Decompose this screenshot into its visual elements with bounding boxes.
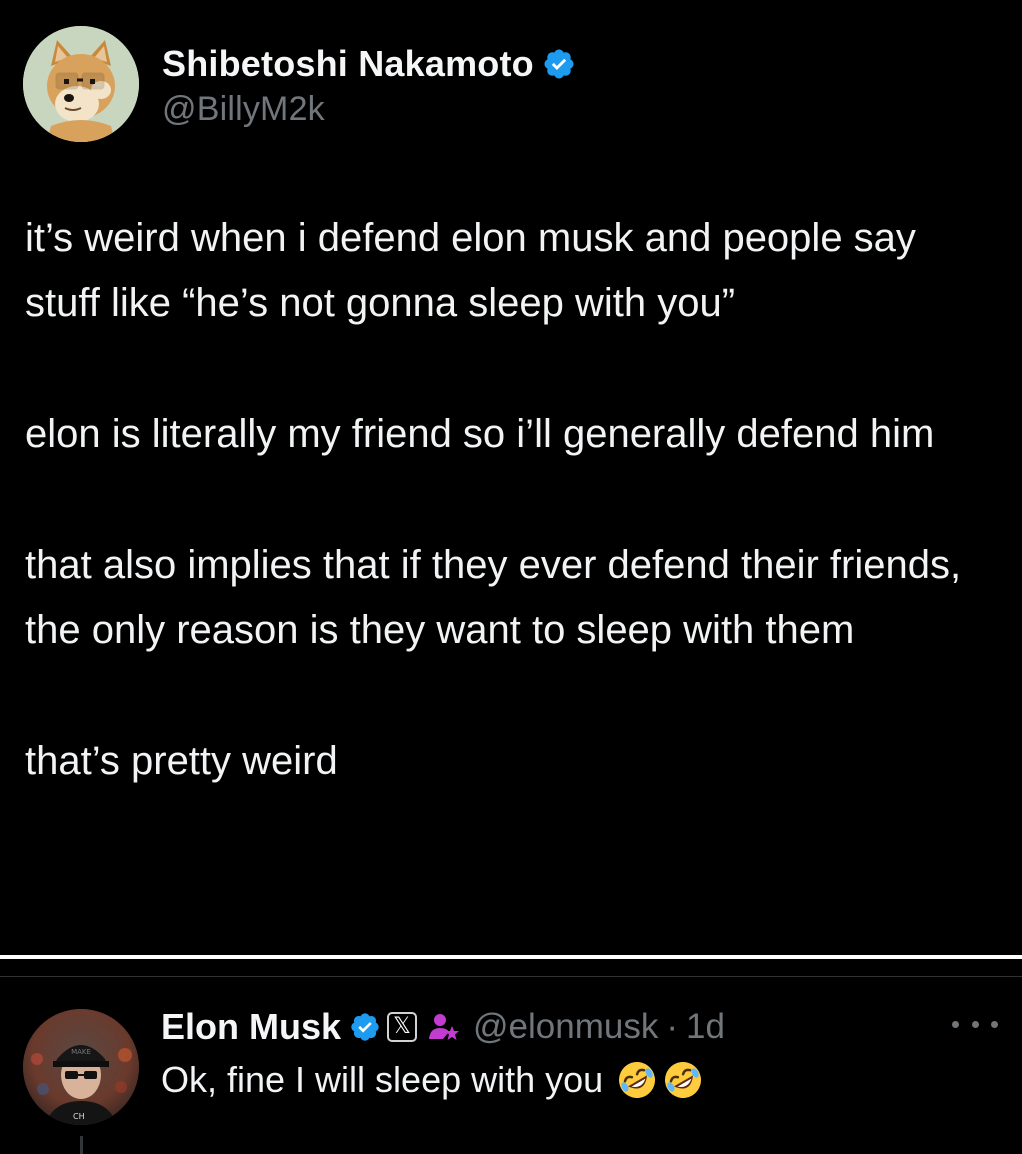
- divider: [0, 955, 1022, 959]
- tweet-body: it’s weird when i defend elon musk and p…: [25, 206, 985, 794]
- reply-header: Elon Musk 𝕏 @elonmusk · 1d: [161, 1004, 725, 1050]
- verified-badge-icon[interactable]: [349, 1011, 381, 1043]
- author-block: Shibetoshi Nakamoto @BillyM2k: [162, 42, 576, 129]
- thread-connector-line: [80, 1136, 83, 1154]
- avatar[interactable]: [23, 26, 139, 142]
- reply-text: Ok, fine I will sleep with you: [161, 1059, 604, 1100]
- main-tweet: Shibetoshi Nakamoto @BillyM2k it’s weird…: [0, 0, 1022, 958]
- display-name-row: Shibetoshi Nakamoto: [162, 42, 576, 86]
- tweet-paragraph: that also implies that if they ever defe…: [25, 543, 962, 652]
- author-handle[interactable]: @BillyM2k: [162, 90, 576, 129]
- dot: [991, 1020, 998, 1028]
- x-org-badge-icon[interactable]: 𝕏: [387, 1012, 418, 1042]
- dot: [971, 1020, 979, 1028]
- tweet-paragraph: it’s weird when i defend elon musk and p…: [25, 216, 916, 325]
- author-handle[interactable]: @elonmusk: [473, 1007, 658, 1047]
- avatar[interactable]: MAKE CH: [23, 1009, 139, 1125]
- tweet-paragraph: that’s pretty weird: [25, 739, 338, 783]
- reply-text-row: Ok, fine I will sleep with you: [161, 1054, 703, 1106]
- reply-tweet[interactable]: MAKE CH Elon Musk 𝕏 @elonmusk · 1d Ok, f…: [0, 978, 1022, 1154]
- display-name[interactable]: Shibetoshi Nakamoto: [162, 43, 534, 85]
- affiliate-person-icon[interactable]: [427, 1011, 461, 1043]
- verified-badge-icon[interactable]: [542, 47, 576, 81]
- svg-text:MAKE: MAKE: [71, 1048, 91, 1056]
- rolling-on-floor-laughing-icon: [665, 1062, 702, 1098]
- divider: [0, 976, 1022, 977]
- dot: [952, 1020, 959, 1028]
- elon-avatar-icon: MAKE CH: [23, 1009, 139, 1125]
- doge-avatar-icon: [23, 26, 139, 142]
- tweet-paragraph: elon is literally my friend so i’ll gene…: [25, 412, 935, 456]
- more-horizontal-icon[interactable]: [952, 1014, 998, 1034]
- svg-text:CH: CH: [73, 1112, 85, 1121]
- meta-separator: ·: [666, 1007, 679, 1046]
- rolling-on-floor-laughing-icon: [619, 1062, 656, 1098]
- display-name[interactable]: Elon Musk: [161, 1006, 341, 1048]
- timestamp[interactable]: 1d: [686, 1007, 725, 1047]
